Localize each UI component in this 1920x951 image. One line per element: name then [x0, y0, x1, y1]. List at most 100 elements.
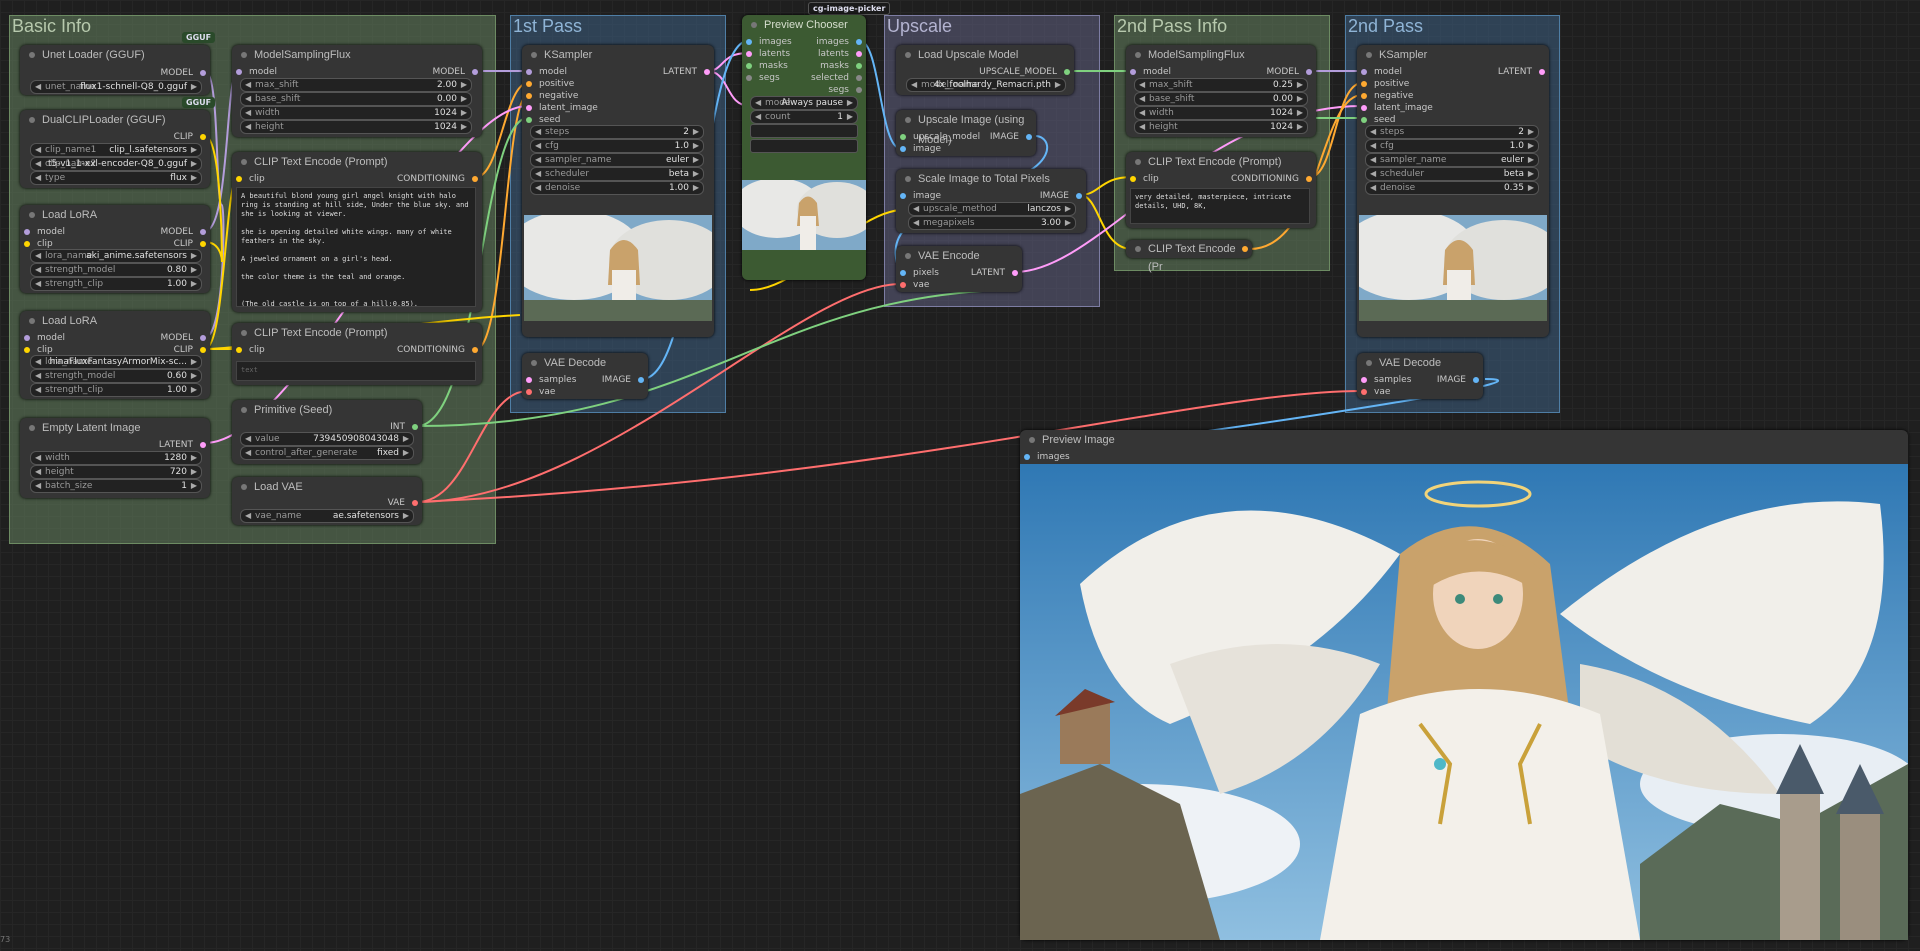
- widget-height[interactable]: ◀ height 1024 ▶: [240, 120, 472, 134]
- progress-button[interactable]: [750, 124, 858, 138]
- widget-unet-name[interactable]: ◀ unet_name flux1-schnell-Q8_0.gguf ▶: [30, 80, 202, 94]
- input-clip[interactable]: clip: [1130, 172, 1159, 186]
- widget-denoise[interactable]: ◀ denoise 0.35 ▶: [1365, 181, 1539, 195]
- widget-scheduler[interactable]: ◀ scheduler beta ▶: [1365, 167, 1539, 181]
- widget-steps[interactable]: ◀ steps 2 ▶: [1365, 125, 1539, 139]
- output-model[interactable]: MODEL: [433, 65, 478, 79]
- node-model-sampling-flux[interactable]: ModelSamplingFlux model MODEL ◀ max_shift…: [232, 45, 482, 137]
- widget-base-shift[interactable]: ◀ base_shift 0.00 ▶: [240, 92, 472, 106]
- node-scale-image-to-total-pixels[interactable]: Scale Image to Total Pixels image IMAGE …: [896, 169, 1086, 233]
- prompt-textarea[interactable]: A beautiful blond young girl angel knigh…: [236, 187, 476, 307]
- node-vae-decode-2nd[interactable]: VAE Decode samples vae IMAGE: [1357, 353, 1483, 399]
- node-clip-text-encode-2nd[interactable]: CLIP Text Encode (Prompt) clip CONDITION…: [1126, 152, 1316, 228]
- chooser-image-thumbnail[interactable]: [742, 180, 866, 250]
- widget-width[interactable]: ◀ width 1024 ▶: [1134, 106, 1308, 120]
- node-dualclip-loader[interactable]: DualCLIPLoader (GGUF) CLIP ◀ clip_name1 cl…: [20, 110, 210, 188]
- widget-clip-name1[interactable]: ◀ clip_name1 clip_l.safetensors ▶: [30, 143, 202, 157]
- widget-cfg[interactable]: ◀ cfg 1.0 ▶: [1365, 139, 1539, 153]
- node-clip-text-encode-positive[interactable]: CLIP Text Encode (Prompt) clip CONDITION…: [232, 152, 482, 312]
- node-load-upscale-model[interactable]: Load Upscale Model UPSCALE_MODEL ◀ model_…: [896, 45, 1074, 95]
- widget-scheduler[interactable]: ◀ scheduler beta ▶: [530, 167, 704, 181]
- widget-steps[interactable]: ◀ steps 2 ▶: [530, 125, 704, 139]
- output-upscale-model[interactable]: UPSCALE_MODEL: [979, 65, 1070, 79]
- widget-model-name[interactable]: ◀ model_name 4x_foolhardy_Remacri.pth ▶: [906, 78, 1066, 92]
- widget-height[interactable]: ◀ height 720 ▶: [30, 465, 202, 479]
- node-load-lora-2[interactable]: Load LoRA model clip MODEL CLIP ◀ lora_na…: [20, 311, 210, 399]
- widget-control-after-generate[interactable]: ◀ control_after_generate fixed ▶: [240, 446, 414, 460]
- prompt-textarea[interactable]: very detailed, masterpiece, intricate de…: [1130, 188, 1310, 224]
- input-model[interactable]: model: [236, 65, 277, 79]
- widget-mode[interactable]: ◀ mode Always pause ▶: [750, 96, 858, 110]
- widget-vae-name[interactable]: ◀ vae_name ae.safetensors ▶: [240, 509, 414, 523]
- output-latent[interactable]: LATENT: [1498, 65, 1545, 79]
- widget-type[interactable]: ◀ type flux ▶: [30, 171, 202, 185]
- output-conditioning[interactable]: CONDITIONING: [397, 172, 478, 186]
- node-vae-decode-1st[interactable]: VAE Decode samples vae IMAGE: [522, 353, 648, 399]
- output-conditioning[interactable]: CONDITIONING: [397, 343, 478, 357]
- input-vae[interactable]: vae: [1361, 385, 1390, 399]
- widget-seed-value[interactable]: ◀ value 739450908043048 ▶: [240, 432, 414, 446]
- input-model[interactable]: model: [1130, 65, 1171, 79]
- prompt-textarea[interactable]: text: [236, 361, 476, 381]
- input-image[interactable]: image: [900, 142, 941, 156]
- input-vae[interactable]: vae: [526, 385, 555, 399]
- widget-sampler-name[interactable]: ◀ sampler_name euler ▶: [530, 153, 704, 167]
- widget-lora-name[interactable]: ◀ lora_name hinaFluxFantasyArmorMix-sc... ▶: [30, 355, 202, 369]
- output-latent[interactable]: LATENT: [159, 438, 206, 452]
- input-clip[interactable]: clip: [236, 172, 265, 186]
- input-image[interactable]: image: [900, 189, 941, 203]
- widget-width[interactable]: ◀ width 1024 ▶: [240, 106, 472, 120]
- node-clip-text-encode-collapsed[interactable]: CLIP Text Encode (Pr: [1126, 240, 1252, 273]
- node-ksampler-2nd[interactable]: KSampler model positive negative latent_…: [1357, 45, 1549, 337]
- node-primitive-seed[interactable]: Primitive (Seed) INT ◀ value 7394509080430…: [232, 400, 422, 464]
- widget-denoise[interactable]: ◀ denoise 1.00 ▶: [530, 181, 704, 195]
- output-segs[interactable]: segs: [828, 83, 862, 97]
- output-image[interactable]: IMAGE: [602, 373, 644, 387]
- node-clip-text-encode-negative[interactable]: CLIP Text Encode (Prompt) clip CONDITION…: [232, 323, 482, 385]
- widget-clip-name2[interactable]: ◀ clip_name2 t5-v1_1-xxl-encoder-Q8_0.gguf…: [30, 157, 202, 171]
- node-load-lora-1[interactable]: Load LoRA model clip MODEL CLIP ◀ lora_na…: [20, 205, 210, 293]
- output-conditioning-port[interactable]: [1242, 246, 1248, 252]
- widget-batch-size[interactable]: ◀ batch_size 1 ▶: [30, 479, 202, 493]
- widget-max-shift[interactable]: ◀ max_shift 2.00 ▶: [240, 78, 472, 92]
- node-vae-encode[interactable]: VAE Encode pixels vae LATENT: [896, 246, 1022, 292]
- node-model-sampling-flux-2nd[interactable]: ModelSamplingFlux model MODEL ◀ max_shift…: [1126, 45, 1316, 137]
- input-vae[interactable]: vae: [900, 278, 929, 292]
- output-clip[interactable]: CLIP: [174, 130, 206, 144]
- output-model[interactable]: MODEL: [161, 66, 206, 80]
- input-clip[interactable]: clip: [236, 343, 265, 357]
- node-empty-latent-image[interactable]: Empty Latent Image LATENT ◀ width 1280 ▶ ◀ h…: [20, 418, 210, 498]
- output-conditioning[interactable]: CONDITIONING: [1231, 172, 1312, 186]
- widget-strength-clip[interactable]: ◀ strength_clip 1.00 ▶: [30, 383, 202, 397]
- node-preview-chooser[interactable]: Preview Chooser images latents masks seg…: [742, 15, 866, 280]
- node-ksampler-1st[interactable]: KSampler model positive negative latent_…: [522, 45, 714, 337]
- widget-max-shift[interactable]: ◀ max_shift 0.25 ▶: [1134, 78, 1308, 92]
- output-vae[interactable]: VAE: [388, 496, 418, 510]
- node-preview-image[interactable]: Preview Image images: [1020, 430, 1908, 940]
- widget-strength-model[interactable]: ◀ strength_model 0.60 ▶: [30, 369, 202, 383]
- output-image[interactable]: IMAGE: [1040, 189, 1082, 203]
- input-segs[interactable]: segs: [746, 71, 780, 85]
- output-latent[interactable]: LATENT: [971, 266, 1018, 280]
- widget-upscale-method[interactable]: ◀ upscale_method lanczos ▶: [908, 202, 1076, 216]
- widget-cfg[interactable]: ◀ cfg 1.0 ▶: [530, 139, 704, 153]
- node-load-vae[interactable]: Load VAE VAE ◀ vae_name ae.safetensors ▶: [232, 477, 422, 525]
- widget-lora-name[interactable]: ◀ lora_name aki_anime.safetensors ▶: [30, 249, 202, 263]
- output-model[interactable]: MODEL: [1267, 65, 1312, 79]
- output-image[interactable]: IMAGE: [990, 130, 1032, 144]
- widget-width[interactable]: ◀ width 1280 ▶: [30, 451, 202, 465]
- node-unet-loader[interactable]: Unet Loader (GGUF) MODEL ◀ unet_name flux1…: [20, 45, 210, 95]
- widget-height[interactable]: ◀ height 1024 ▶: [1134, 120, 1308, 134]
- output-latent[interactable]: LATENT: [663, 65, 710, 79]
- widget-strength-model[interactable]: ◀ strength_model 0.80 ▶: [30, 263, 202, 277]
- cancel-button[interactable]: [750, 139, 858, 153]
- widget-count[interactable]: ◀ count 1 ▶: [750, 110, 858, 124]
- widget-base-shift[interactable]: ◀ base_shift 0.00 ▶: [1134, 92, 1308, 106]
- node-upscale-image-using-model[interactable]: Upscale Image (using Model) upscale_mode…: [896, 110, 1036, 156]
- input-images[interactable]: images: [1024, 450, 1070, 464]
- widget-strength-clip[interactable]: ◀ strength_clip 1.00 ▶: [30, 277, 202, 291]
- widget-megapixels[interactable]: ◀ megapixels 3.00 ▶: [908, 216, 1076, 230]
- generated-image[interactable]: [1020, 464, 1908, 940]
- widget-sampler-name[interactable]: ◀ sampler_name euler ▶: [1365, 153, 1539, 167]
- output-image[interactable]: IMAGE: [1437, 373, 1479, 387]
